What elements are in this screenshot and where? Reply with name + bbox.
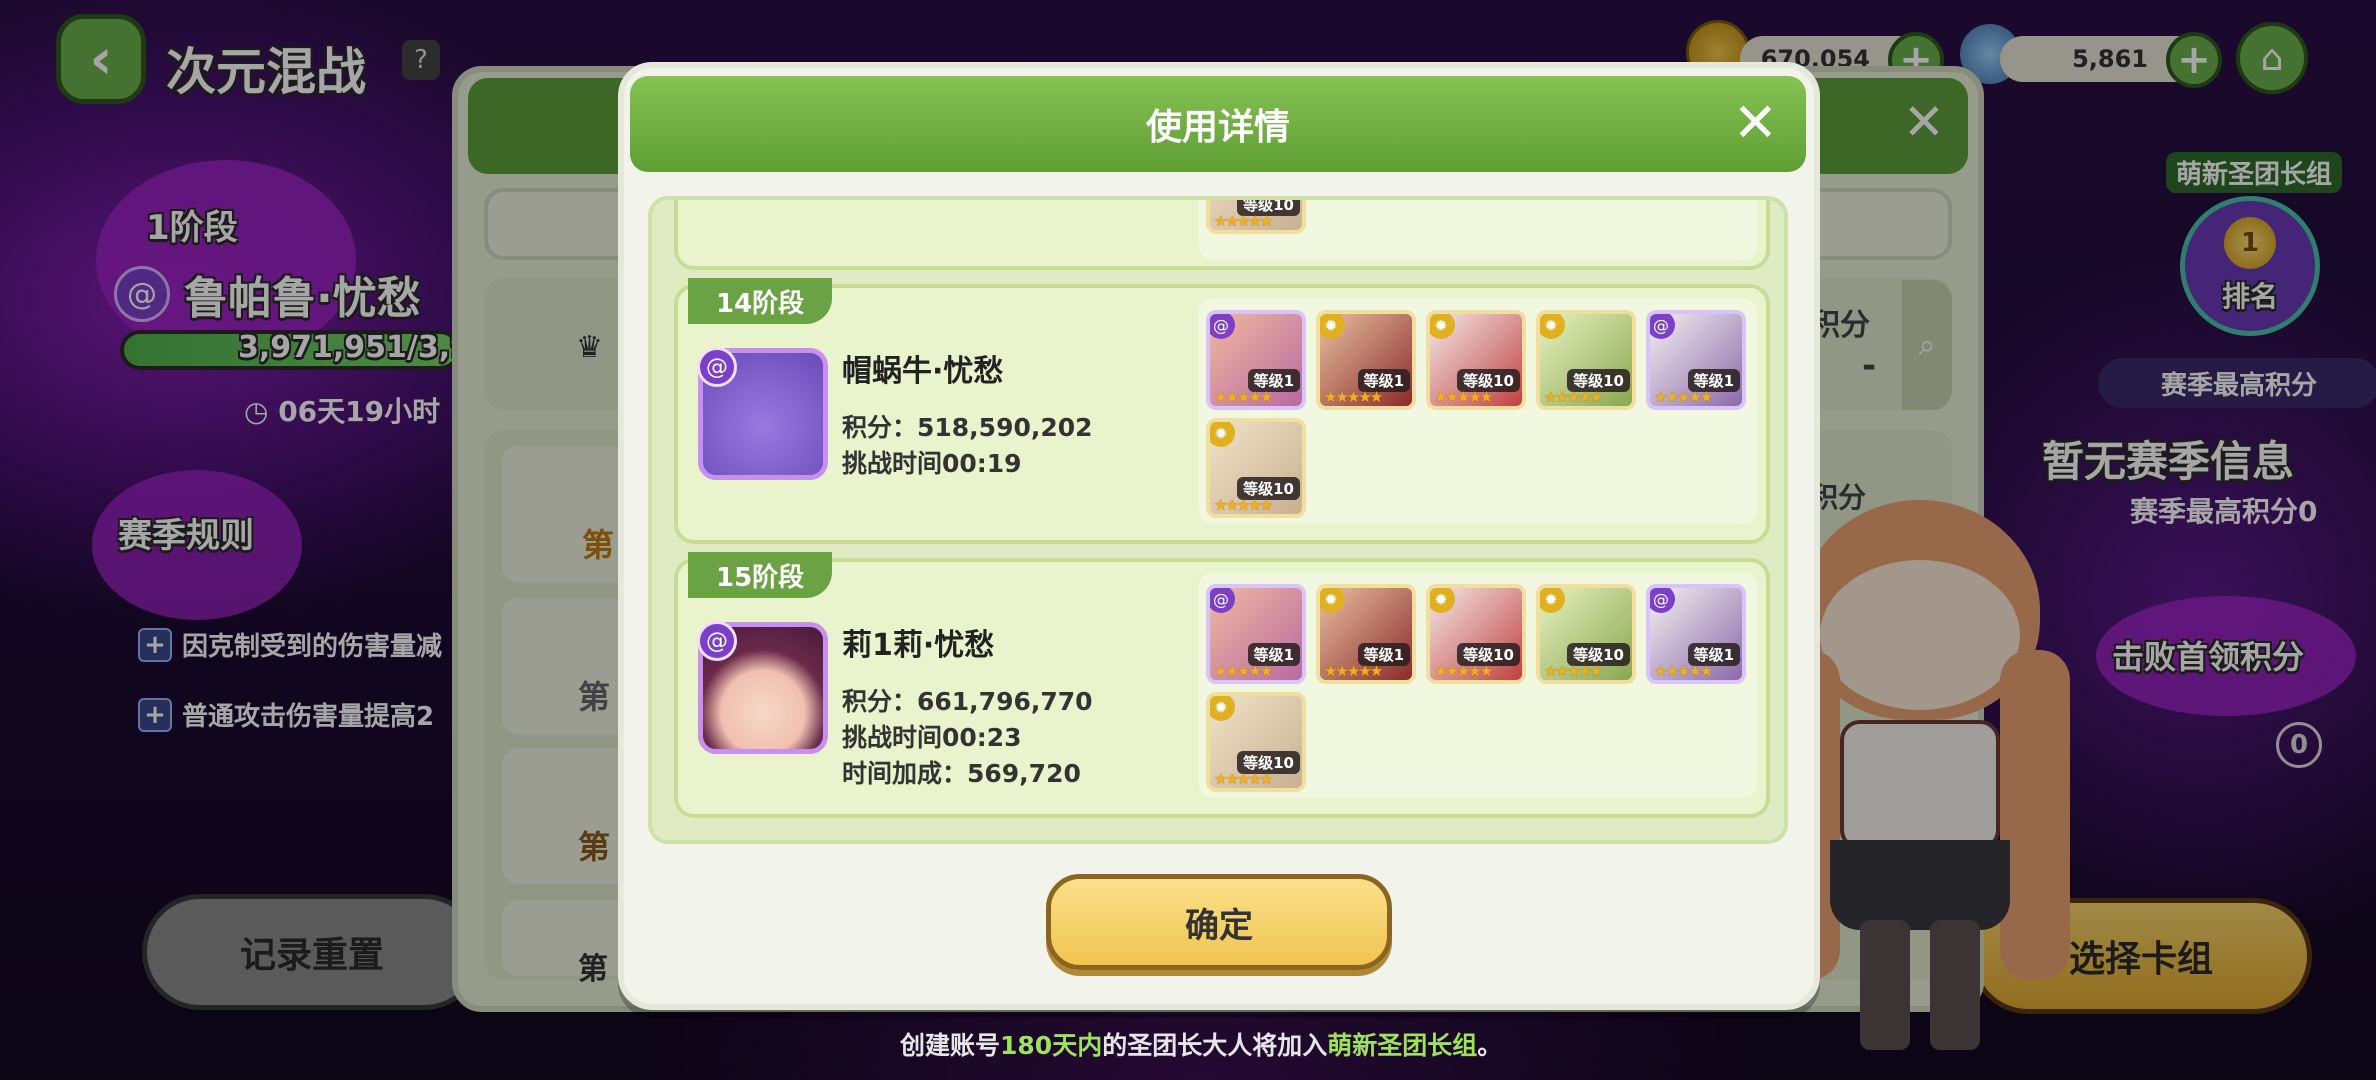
hero-card: ✹ 等级10 ★★★★★ bbox=[1426, 310, 1526, 410]
usage-card-partial: 等级10 ★★★★★ bbox=[674, 200, 1770, 270]
footer-notice: 创建账号180天内的圣团长大人将加入萌新圣团长组。 bbox=[900, 1026, 1502, 1062]
footer-text: 创建账号 bbox=[900, 1031, 1001, 1060]
hero-grid: @ 等级1 ★★★★★ ✹ 等级1 ★★★★★ ✹ 等级10 ★★★★★ ✹ 等级10 ★★★★… bbox=[1198, 572, 1758, 798]
spiral-element-icon: @ bbox=[697, 347, 737, 387]
hero-card: 等级10 ★★★★★ bbox=[1206, 200, 1306, 234]
spiral-element-icon: @ bbox=[697, 621, 737, 661]
stage-tag: 15阶段 bbox=[688, 552, 833, 598]
rarity-stars: ★★★★★ bbox=[1434, 388, 1493, 406]
rarity-stars: ★★★★★ bbox=[1544, 662, 1603, 680]
hero-card: @ 等级1 ★★★★★ bbox=[1646, 310, 1746, 410]
boss-avatar: @ bbox=[697, 347, 828, 480]
rarity-stars: ★★★★★ bbox=[1214, 770, 1273, 788]
hero-card: ✹ 等级10 ★★★★★ bbox=[1536, 584, 1636, 684]
usage-card: 14阶段 @ 帽蜗牛·忧愁 积分：518,590,202 挑战时间00:19 @… bbox=[674, 278, 1770, 544]
sun-element-icon: ✹ bbox=[1540, 588, 1565, 613]
hero-grid: 等级10 ★★★★★ bbox=[1198, 200, 1758, 260]
hero-card: ✹ 等级10 ★★★★★ bbox=[1206, 418, 1306, 518]
hero-card: ✹ 等级10 ★★★★★ bbox=[1426, 584, 1526, 684]
rarity-stars: ★★★★★ bbox=[1324, 388, 1383, 406]
rarity-stars: ★★★★★ bbox=[1544, 388, 1603, 406]
score-text: 积分：518,590,202 bbox=[842, 413, 1093, 442]
sun-element-icon: ✹ bbox=[1540, 314, 1565, 339]
time-bonus: 时间加成：569,720 bbox=[842, 759, 1081, 788]
challenge-time: 挑战时间00:23 bbox=[842, 723, 1022, 752]
boss-name: 帽蜗牛·忧愁 bbox=[842, 354, 1004, 389]
rarity-stars: ★★★★★ bbox=[1214, 496, 1273, 514]
sun-element-icon: ✹ bbox=[1210, 422, 1235, 447]
footer-highlight: 180天内 bbox=[1000, 1031, 1103, 1060]
hero-card: @ 等级1 ★★★★★ bbox=[1206, 310, 1306, 410]
spiral-element-icon: @ bbox=[1210, 588, 1235, 613]
rarity-stars: ★★★★★ bbox=[1214, 662, 1273, 680]
footer-text: 。 bbox=[1477, 1031, 1503, 1060]
sun-element-icon: ✹ bbox=[1320, 588, 1345, 613]
sun-element-icon: ✹ bbox=[1210, 696, 1235, 721]
stage-tag: 14阶段 bbox=[688, 278, 833, 324]
sun-element-icon: ✹ bbox=[1320, 314, 1345, 339]
spiral-element-icon: @ bbox=[1650, 314, 1675, 339]
hero-grid: @ 等级1 ★★★★★ ✹ 等级1 ★★★★★ ✹ 等级10 ★★★★★ ✹ 等级10 ★★★★… bbox=[1198, 298, 1758, 524]
rarity-stars: ★★★★★ bbox=[1654, 388, 1713, 406]
hero-card: ✹ 等级10 ★★★★★ bbox=[1536, 310, 1636, 410]
rarity-stars: ★★★★★ bbox=[1324, 662, 1383, 680]
close-icon[interactable]: ✕ bbox=[1733, 96, 1778, 150]
sun-element-icon: ✹ bbox=[1430, 314, 1455, 339]
spiral-element-icon: @ bbox=[1210, 314, 1235, 339]
rarity-stars: ★★★★★ bbox=[1214, 212, 1273, 230]
rarity-stars: ★★★★★ bbox=[1214, 388, 1273, 406]
dialog-header: 使用详情 ✕ bbox=[630, 76, 1806, 172]
usage-card: 15阶段 @ 莉1莉·忧愁 积分：661,796,770 挑战时间00:23 时… bbox=[674, 552, 1770, 818]
score-text: 积分：661,796,770 bbox=[842, 687, 1093, 716]
hero-card: ✹ 等级1 ★★★★★ bbox=[1316, 310, 1416, 410]
challenge-time: 挑战时间00:19 bbox=[842, 449, 1022, 478]
sun-element-icon: ✹ bbox=[1430, 588, 1455, 613]
footer-text: 的圣团长大人将加入 bbox=[1102, 1031, 1328, 1060]
hero-card: ✹ 等级1 ★★★★★ bbox=[1316, 584, 1416, 684]
footer-highlight: 萌新圣团长组 bbox=[1327, 1031, 1478, 1060]
hero-card: ✹ 等级10 ★★★★★ bbox=[1206, 692, 1306, 792]
rarity-stars: ★★★★★ bbox=[1654, 662, 1713, 680]
hero-card: @ 等级1 ★★★★★ bbox=[1646, 584, 1746, 684]
rarity-stars: ★★★★★ bbox=[1434, 662, 1493, 680]
boss-avatar: @ bbox=[697, 621, 828, 754]
spiral-element-icon: @ bbox=[1650, 588, 1675, 613]
hero-card: @ 等级1 ★★★★★ bbox=[1206, 584, 1306, 684]
dialog-title: 使用详情 bbox=[1145, 107, 1290, 148]
confirm-button[interactable]: 确定 bbox=[1046, 874, 1392, 970]
usage-list[interactable]: 等级10 ★★★★★ 14阶段 @ 帽蜗牛·忧愁 积分：518,590,202 … bbox=[648, 196, 1788, 844]
boss-name: 莉1莉·忧愁 bbox=[842, 628, 995, 663]
